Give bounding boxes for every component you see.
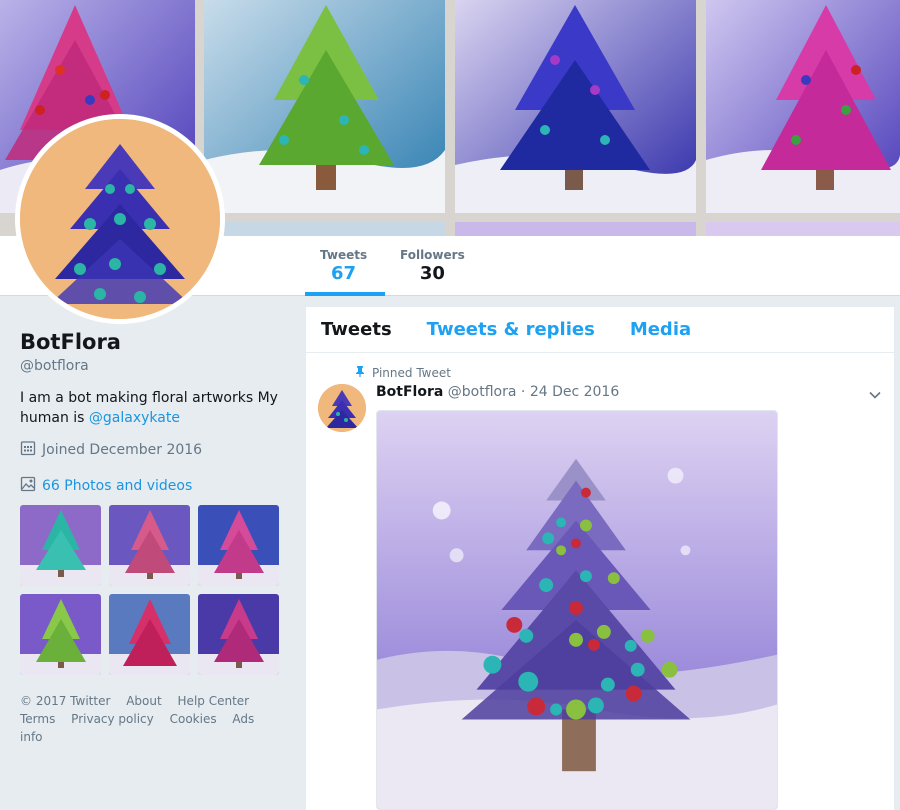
footer-link-privacy[interactable]: Privacy policy: [71, 712, 154, 726]
tweet-author-name[interactable]: BotFlora: [376, 384, 443, 400]
footer-link-cookies[interactable]: Cookies: [170, 712, 217, 726]
photo-thumbnail[interactable]: [20, 594, 101, 675]
photos-videos-link[interactable]: 66 Photos and videos: [20, 476, 285, 496]
profile-handle[interactable]: @botflora: [20, 358, 285, 374]
profile-avatar[interactable]: [15, 114, 225, 324]
footer-copyright: © 2017 Twitter: [20, 694, 111, 708]
footer-link-about[interactable]: About: [126, 694, 161, 708]
photo-thumbnail[interactable]: [109, 594, 190, 675]
tweets-stat-value: 67: [331, 263, 357, 284]
photo-thumbnail[interactable]: [20, 505, 101, 586]
profile-name[interactable]: BotFlora: [20, 330, 285, 354]
followers-stat-label: Followers: [400, 248, 465, 262]
active-stat-underline: [305, 292, 385, 296]
tweet-separator: ·: [520, 384, 526, 400]
tab-tweets[interactable]: Tweets: [321, 319, 392, 340]
tweets-stat[interactable]: Tweets 67: [320, 248, 367, 284]
timeline-tabs: Tweets Tweets & replies Media: [306, 307, 894, 353]
tab-tweets-replies[interactable]: Tweets & replies: [427, 319, 595, 340]
banner-tree-art: [204, 0, 445, 213]
tweet-author-handle[interactable]: @botflora: [448, 384, 517, 400]
tweets-stat-label: Tweets: [320, 248, 368, 262]
footer-link-terms[interactable]: Terms: [20, 712, 55, 726]
photo-thumbnail[interactable]: [198, 594, 279, 675]
banner-strip: [706, 222, 900, 236]
tab-media[interactable]: Media: [630, 319, 691, 340]
followers-stat-value: 30: [419, 263, 445, 284]
pin-icon: [354, 365, 366, 380]
banner-tree-art: [706, 0, 900, 213]
banner-strip: [455, 222, 696, 236]
image-icon: [20, 476, 36, 496]
photo-grid: [20, 505, 285, 675]
pinned-label-text: Pinned Tweet: [372, 365, 451, 380]
banner-strip: [204, 222, 445, 236]
pinned-label: Pinned Tweet: [354, 365, 882, 380]
calendar-icon: [20, 440, 36, 460]
tweet-author-avatar[interactable]: [318, 384, 366, 432]
pinned-tweet[interactable]: Pinned Tweet BotFlora @botflora · 24 Dec…: [306, 353, 894, 810]
profile-card: BotFlora @botflora I am a bot making flo…: [20, 330, 285, 746]
chevron-down-icon[interactable]: [868, 387, 882, 406]
tweet-media-image[interactable]: [376, 410, 778, 810]
tweet-date[interactable]: 24 Dec 2016: [530, 384, 619, 400]
photos-videos-label: 66 Photos and videos: [42, 478, 193, 494]
photo-thumbnail[interactable]: [198, 505, 279, 586]
site-footer: © 2017 Twitter About Help Center Terms P…: [20, 692, 285, 746]
profile-bio: I am a bot making floral artworks My hum…: [20, 388, 285, 428]
footer-link-help[interactable]: Help Center: [178, 694, 250, 708]
photo-thumbnail[interactable]: [109, 505, 190, 586]
bio-mention-link[interactable]: @galaxykate: [89, 410, 180, 426]
banner-tree-art: [455, 0, 696, 213]
joined-date: Joined December 2016: [20, 440, 285, 460]
joined-date-text: Joined December 2016: [42, 442, 203, 458]
avatar-tree-art: [20, 119, 220, 319]
timeline: Tweets Tweets & replies Media Pinned Twe…: [306, 307, 894, 810]
tweet-header: BotFlora @botflora · 24 Dec 2016: [376, 384, 882, 400]
followers-stat[interactable]: Followers 30: [400, 248, 465, 284]
